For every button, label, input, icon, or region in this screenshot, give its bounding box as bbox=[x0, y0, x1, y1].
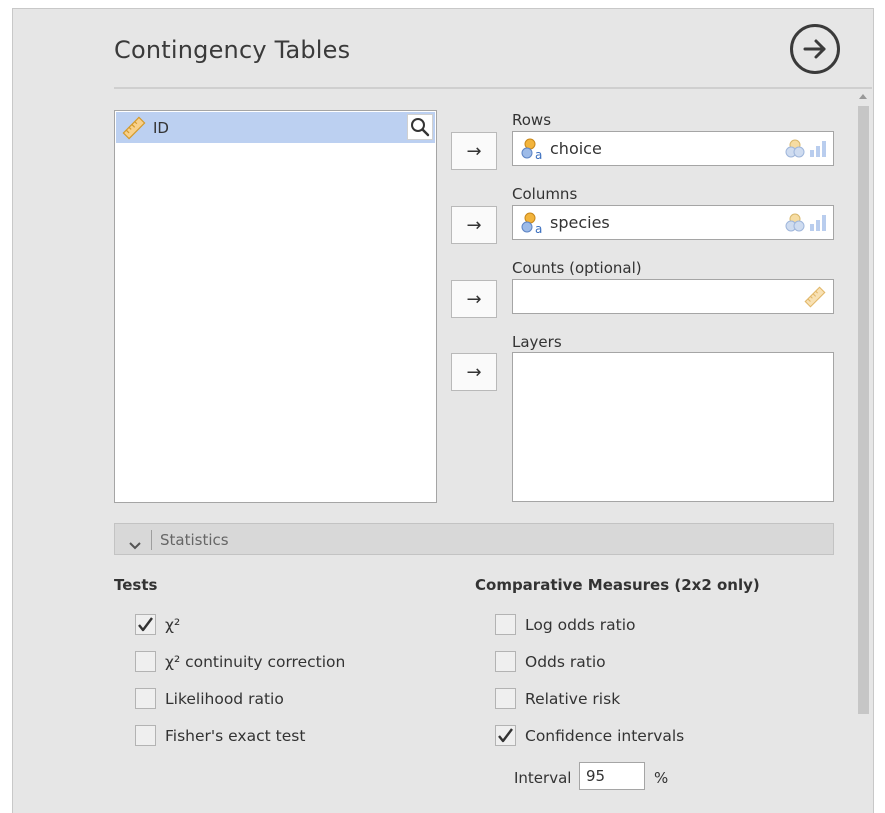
checkbox-label: χ² bbox=[165, 615, 181, 634]
variable-label: ID bbox=[153, 118, 169, 137]
svg-text:a: a bbox=[535, 148, 542, 160]
checkbox[interactable] bbox=[495, 688, 516, 709]
columns-label: Columns bbox=[512, 185, 578, 203]
checkbox-label: Log odds ratio bbox=[525, 615, 636, 634]
search-button[interactable] bbox=[407, 114, 433, 140]
arrow-right-icon: → bbox=[466, 140, 482, 162]
checkbox-label: χ² continuity correction bbox=[165, 652, 346, 671]
fishers-exact-test-option[interactable]: Fisher's exact test bbox=[135, 725, 305, 746]
interval-input[interactable]: 95 bbox=[579, 762, 645, 790]
likelihood-ratio-option[interactable]: Likelihood ratio bbox=[135, 688, 284, 709]
checkbox[interactable] bbox=[495, 614, 516, 635]
svg-text:a: a bbox=[535, 222, 542, 234]
checkmark-icon bbox=[138, 617, 153, 632]
nominal-variable-icon: a bbox=[521, 138, 545, 164]
checkbox-label: Relative risk bbox=[525, 689, 621, 708]
ruler-icon bbox=[803, 286, 827, 308]
counts-label: Counts (optional) bbox=[512, 259, 642, 277]
counts-field[interactable] bbox=[512, 279, 834, 314]
checkbox-label: Likelihood ratio bbox=[165, 689, 284, 708]
confidence-intervals-option[interactable]: Confidence intervals bbox=[495, 725, 684, 746]
assign-columns-button[interactable]: → bbox=[451, 206, 497, 244]
columns-value: species bbox=[550, 213, 610, 232]
statistics-section-header[interactable]: Statistics bbox=[114, 523, 834, 555]
page-title: Contingency Tables bbox=[114, 36, 351, 64]
assign-layers-button[interactable]: → bbox=[451, 353, 497, 391]
arrow-right-icon: → bbox=[466, 361, 482, 383]
search-icon bbox=[411, 118, 430, 137]
continuity-correction-option[interactable]: χ² continuity correction bbox=[135, 651, 345, 672]
allowed-types-icon bbox=[784, 212, 827, 232]
tests-heading: Tests bbox=[114, 576, 158, 594]
arrow-right-icon: → bbox=[466, 214, 482, 236]
log-odds-ratio-option[interactable]: Log odds ratio bbox=[495, 614, 636, 635]
assign-counts-button[interactable]: → bbox=[451, 280, 497, 318]
run-button[interactable] bbox=[790, 24, 840, 74]
layers-field[interactable] bbox=[512, 352, 834, 502]
ruler-icon bbox=[122, 116, 146, 140]
rows-label: Rows bbox=[512, 111, 552, 129]
header-divider bbox=[114, 87, 872, 89]
odds-ratio-option[interactable]: Odds ratio bbox=[495, 651, 606, 672]
scrollbar[interactable] bbox=[855, 92, 872, 812]
relative-risk-option[interactable]: Relative risk bbox=[495, 688, 620, 709]
columns-field[interactable]: a species bbox=[512, 205, 834, 240]
checkbox[interactable] bbox=[135, 725, 156, 746]
nominal-variable-icon: a bbox=[521, 212, 545, 238]
scroll-up-arrow-icon[interactable] bbox=[859, 94, 867, 99]
arrow-right-circle-icon bbox=[803, 39, 826, 59]
checkmark-icon bbox=[498, 728, 513, 743]
checkbox-label: Odds ratio bbox=[525, 652, 606, 671]
checkbox-label: Confidence intervals bbox=[525, 726, 685, 745]
chi-squared-option[interactable]: χ² bbox=[135, 614, 180, 635]
layers-label: Layers bbox=[512, 333, 562, 351]
variable-list[interactable]: ID bbox=[114, 110, 437, 503]
checkbox[interactable] bbox=[135, 614, 156, 635]
scroll-thumb[interactable] bbox=[858, 106, 869, 714]
checkbox[interactable] bbox=[135, 688, 156, 709]
arrow-right-icon: → bbox=[466, 288, 482, 310]
checkbox-label: Fisher's exact test bbox=[165, 726, 306, 745]
comparative-measures-heading: Comparative Measures (2x2 only) bbox=[475, 576, 760, 594]
interval-label: Interval bbox=[514, 769, 572, 787]
checkbox[interactable] bbox=[495, 651, 516, 672]
section-label: Statistics bbox=[160, 531, 229, 549]
assign-rows-button[interactable]: → bbox=[451, 132, 497, 170]
rows-value: choice bbox=[550, 139, 602, 158]
checkbox[interactable] bbox=[495, 725, 516, 746]
rows-field[interactable]: a choice bbox=[512, 131, 834, 166]
allowed-types-icon bbox=[784, 138, 827, 158]
section-divider bbox=[151, 530, 152, 550]
chevron-down-icon bbox=[129, 535, 141, 554]
list-item[interactable]: ID bbox=[116, 112, 435, 143]
interval-unit: % bbox=[654, 769, 669, 787]
checkbox[interactable] bbox=[135, 651, 156, 672]
